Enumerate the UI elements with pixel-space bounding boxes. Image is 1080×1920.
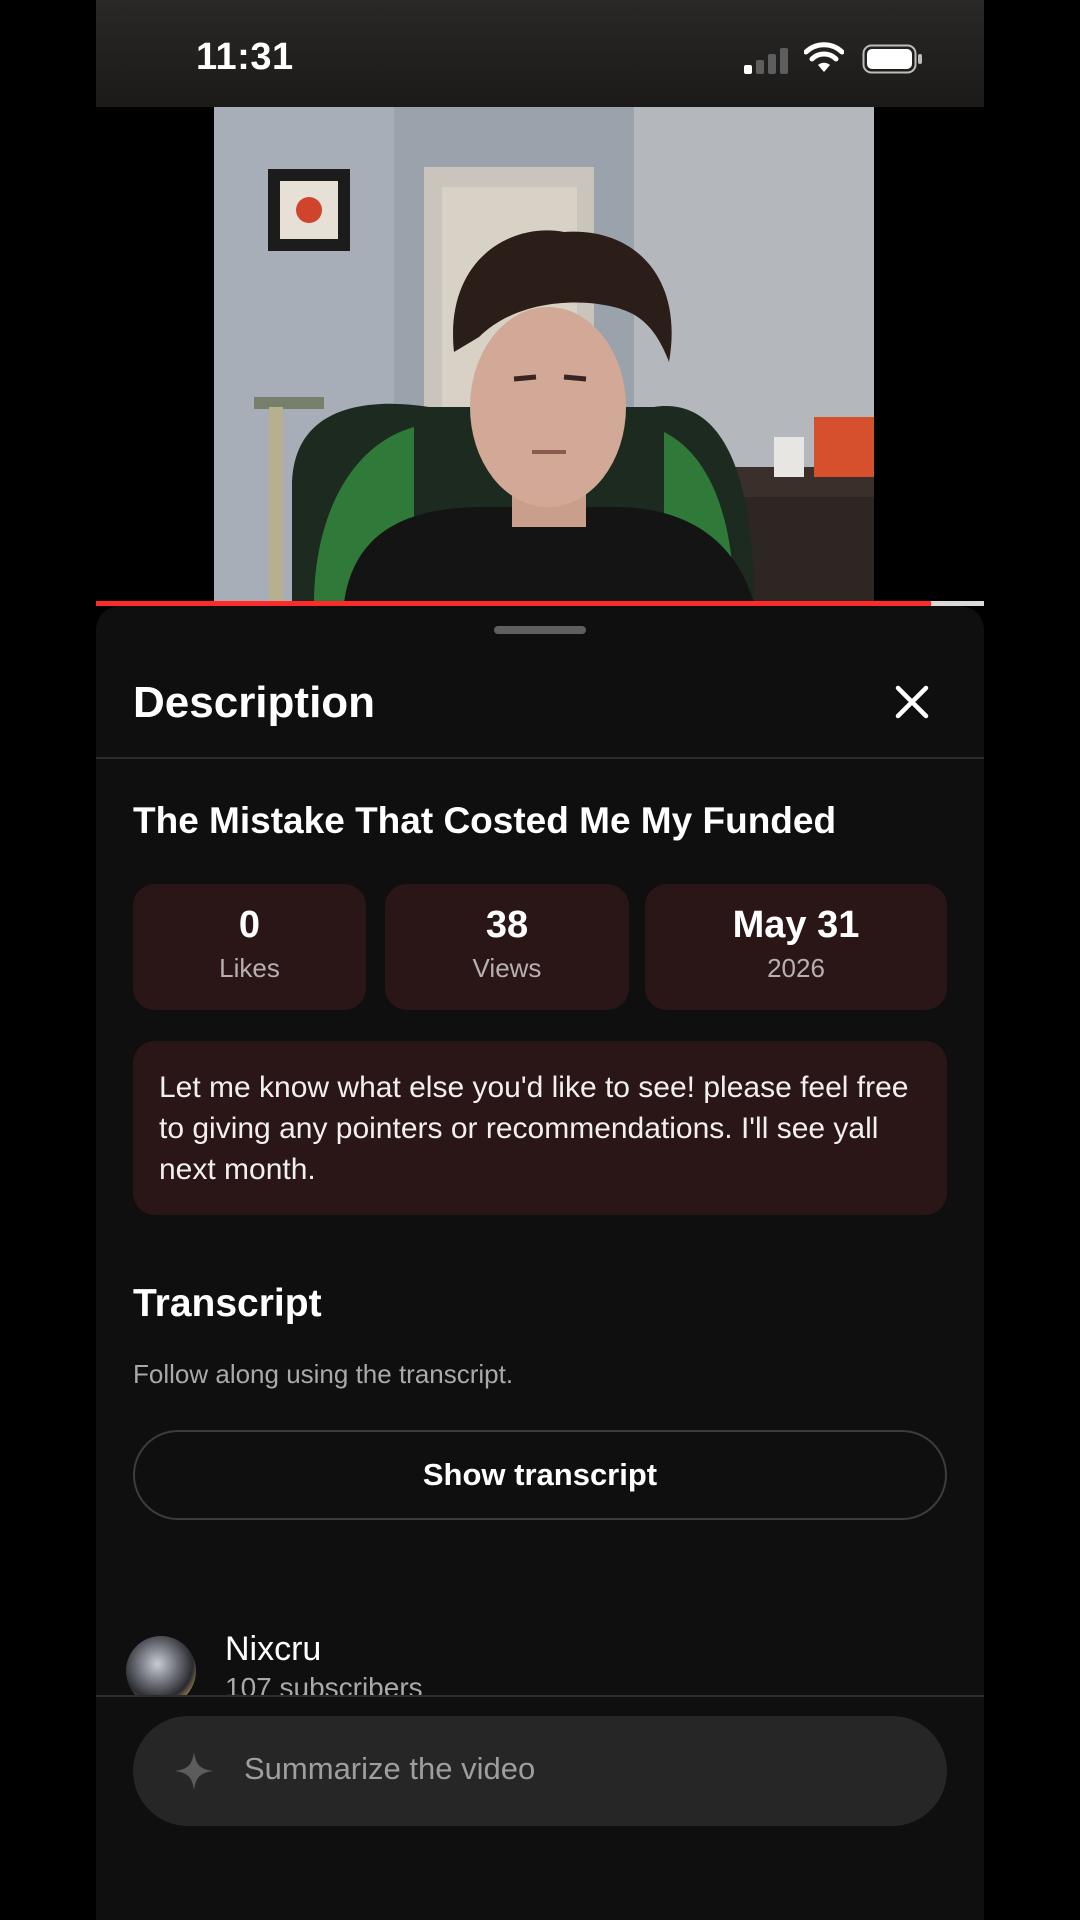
video-player[interactable] (96, 107, 984, 603)
status-time: 11:31 (196, 36, 294, 78)
phone-screen: 11:31 Description The Mistake That Coste… (96, 0, 984, 1920)
signal-icon (744, 46, 790, 74)
likes-stat: 0 Likes (133, 884, 366, 1010)
video-frame (214, 107, 874, 603)
description-text: Let me know what else you'd like to see!… (133, 1041, 947, 1215)
avatar[interactable] (126, 1636, 196, 1696)
upload-year: 2026 (767, 953, 825, 983)
video-title: The Mistake That Costed Me My Funded (133, 800, 837, 841)
wifi-icon (804, 42, 844, 72)
show-transcript-button[interactable]: Show transcript (133, 1430, 947, 1520)
date-stat: May 31 2026 (645, 884, 947, 1010)
close-icon[interactable] (888, 678, 936, 726)
likes-label: Likes (219, 953, 280, 983)
summarize-placeholder: Summarize the video (244, 1751, 536, 1786)
status-bar: 11:31 (96, 0, 984, 107)
likes-count: 0 (238, 904, 261, 946)
divider (96, 757, 984, 759)
upload-date: May 31 (732, 904, 860, 946)
summarize-input[interactable]: Summarize the video (133, 1716, 947, 1826)
channel-row[interactable]: Nixcru 107 subscribers (96, 1626, 984, 1696)
battery-icon (862, 44, 922, 74)
sparkle-icon (175, 1752, 213, 1790)
views-label: Views (472, 953, 542, 983)
drag-handle[interactable] (494, 626, 586, 634)
transcript-heading: Transcript (133, 1282, 322, 1325)
subscriber-count: 107 subscribers (225, 1672, 423, 1696)
channel-name[interactable]: Nixcru (225, 1630, 321, 1669)
transcript-hint: Follow along using the transcript. (133, 1359, 514, 1389)
sheet-title: Description (133, 678, 376, 727)
description-sheet: Description The Mistake That Costed Me M… (96, 606, 984, 1920)
divider (96, 1695, 984, 1697)
views-stat: 38 Views (385, 884, 629, 1010)
views-count: 38 (485, 904, 529, 946)
